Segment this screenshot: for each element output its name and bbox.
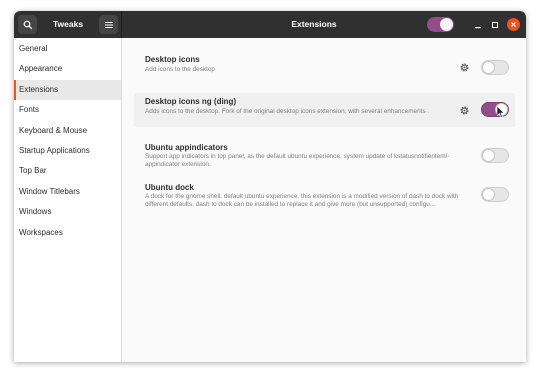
- extension-row-ubuntu-dock: Ubuntu dock A dock for the gnome shell. …: [134, 179, 515, 219]
- extension-name: Ubuntu appindicators: [145, 143, 228, 152]
- settings-gear-icon[interactable]: [459, 105, 470, 116]
- maximize-icon: [491, 21, 498, 28]
- sidebar-item-windows[interactable]: Windows: [14, 202, 121, 222]
- tweaks-window: Tweaks Extensions General Appearance Ext…: [14, 11, 526, 362]
- toggle-knob: [482, 61, 495, 74]
- sidebar-item-workspaces[interactable]: Workspaces: [14, 223, 121, 243]
- extension-row-desktop-icons: Desktop icons Add icons to the desktop: [134, 50, 515, 86]
- sidebar-item-fonts[interactable]: Fonts: [14, 100, 121, 120]
- extension-row-desktop-icons-ng: Desktop icons ng (ding) Adds icons to th…: [134, 93, 515, 127]
- extensions-master-switch[interactable]: [427, 17, 454, 32]
- search-button[interactable]: [18, 15, 37, 34]
- extension-description: A dock for the gnome shell. default ubun…: [145, 193, 459, 208]
- sidebar-item-window-titlebars[interactable]: Window Titlebars: [14, 182, 121, 202]
- sidebar-item-extensions[interactable]: Extensions: [14, 79, 121, 101]
- header-bar: Tweaks Extensions: [14, 11, 526, 38]
- sidebar-item-keyboard-mouse[interactable]: Keyboard & Mouse: [14, 121, 121, 141]
- extension-description: Adds icons to the desktop. Fork of the o…: [145, 108, 430, 115]
- sidebar-item-appearance[interactable]: Appearance: [14, 59, 121, 79]
- close-icon: [511, 22, 516, 27]
- toggle-knob: [482, 149, 495, 162]
- panel-title: Extensions: [291, 19, 337, 29]
- close-button[interactable]: [507, 18, 520, 31]
- minimize-icon: [474, 26, 481, 28]
- menu-button[interactable]: [99, 15, 118, 34]
- extension-description: Support app indicators in top panel, as …: [145, 153, 450, 168]
- switch-knob: [440, 18, 453, 31]
- sidebar-item-top-bar[interactable]: Top Bar: [14, 161, 121, 181]
- extension-toggle[interactable]: [481, 148, 509, 163]
- app-title: Tweaks: [53, 19, 84, 29]
- extension-row-ubuntu-appindicators: Ubuntu appindicators Support app indicat…: [134, 138, 515, 174]
- settings-gear-icon[interactable]: [459, 62, 470, 73]
- extension-toggle[interactable]: [481, 187, 509, 202]
- extension-toggle[interactable]: [481, 60, 509, 75]
- extension-name: Ubuntu dock: [145, 183, 194, 192]
- sidebar-item-general[interactable]: General: [14, 39, 121, 59]
- extension-name: Desktop icons: [145, 55, 200, 64]
- mouse-cursor-icon: [497, 106, 505, 118]
- minimize-button[interactable]: [471, 18, 484, 31]
- extension-description: Add icons to the desktop: [145, 66, 215, 73]
- header-divider: [121, 11, 122, 38]
- sidebar: General Appearance Extensions Fonts Keyb…: [14, 38, 122, 362]
- extension-name: Desktop icons ng (ding): [145, 97, 237, 106]
- maximize-button[interactable]: [488, 18, 501, 31]
- search-icon: [23, 20, 32, 29]
- toggle-knob: [482, 188, 495, 201]
- hamburger-menu-icon: [104, 21, 113, 28]
- extensions-list: Desktop icons Add icons to the desktop D…: [123, 38, 526, 362]
- sidebar-item-startup-applications[interactable]: Startup Applications: [14, 141, 121, 161]
